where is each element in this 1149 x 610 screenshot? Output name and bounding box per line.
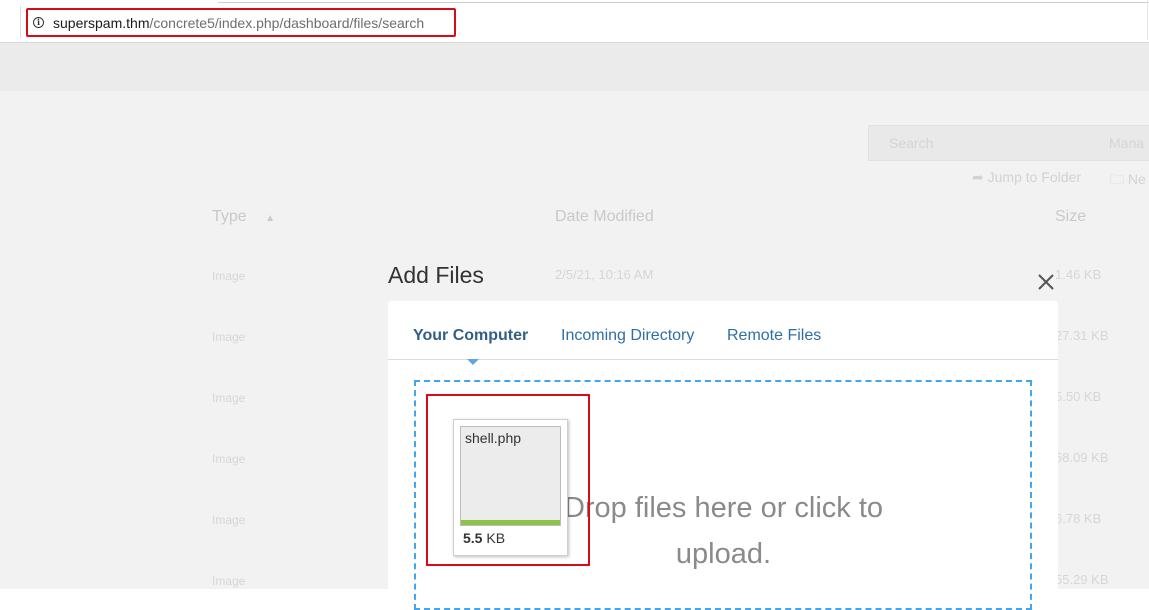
active-tab-indicator <box>467 359 479 365</box>
jump-to-folder-link: ➦ Jump to Folder <box>972 169 1081 186</box>
dialog-body: Your Computer Incoming Directory Remote … <box>388 301 1058 610</box>
row-type: Image <box>212 330 246 344</box>
toolbar-divider <box>1147 0 1148 40</box>
toolbar-divider <box>20 6 21 38</box>
file-size: 5.5 KB <box>463 530 505 546</box>
new-folder-link: 🗀 Ne <box>1110 169 1146 193</box>
row-type: Image <box>212 574 246 588</box>
row-type: Image <box>212 269 246 283</box>
row-size: 58.09 KB <box>1055 450 1109 465</box>
sort-up-icon: ▲ <box>265 213 276 224</box>
browser-toolbar: i superspam.thm/concrete5/index.php/dash… <box>0 0 1149 43</box>
file-thumbnail: shell.php <box>460 426 561 526</box>
folder-icon: 🗀 <box>1110 171 1124 187</box>
url-path: /concrete5/index.php/dashboard/files/sea… <box>149 15 425 31</box>
row-size: 5.50 KB <box>1055 389 1102 404</box>
row-type: Image <box>212 391 246 405</box>
row-size: 27.31 KB <box>1055 328 1109 343</box>
tab-remote-files[interactable]: Remote Files <box>727 327 821 345</box>
url-host: superspam.thm <box>53 15 150 31</box>
info-icon[interactable]: i <box>33 17 44 28</box>
row-size: 6.78 KB <box>1055 511 1102 526</box>
tab-incoming-directory[interactable]: Incoming Directory <box>561 327 694 345</box>
manage-link-partial: Mana <box>1109 135 1145 151</box>
row-size: 1.46 KB <box>1055 267 1102 282</box>
column-type-label: Type <box>212 208 247 225</box>
file-size-unit: KB <box>486 530 506 546</box>
row-type: Image <box>212 452 246 466</box>
column-header-type: Type ▲ <box>212 208 275 226</box>
file-name: shell.php <box>465 430 522 446</box>
new-folder-label: Ne <box>1127 171 1146 187</box>
column-header-size: Size <box>1055 208 1087 225</box>
url-text[interactable]: superspam.thm/concrete5/index.php/dashbo… <box>53 15 424 31</box>
column-header-date: Date Modified <box>555 208 654 225</box>
row-type: Image <box>212 513 246 527</box>
address-bar[interactable]: i superspam.thm/concrete5/index.php/dash… <box>26 8 456 37</box>
tab-your-computer[interactable]: Your Computer <box>413 327 528 345</box>
upload-progress-bar <box>461 520 560 525</box>
row-size: 55.29 KB <box>1055 572 1109 587</box>
jump-to-folder-label: Jump to Folder <box>987 169 1081 185</box>
search-placeholder: Search <box>889 135 934 151</box>
toolbar-divider <box>218 0 1149 3</box>
close-button[interactable] <box>1036 272 1056 292</box>
dialog-title: Add Files <box>388 262 484 288</box>
close-icon <box>1038 274 1054 290</box>
dashboard-header <box>0 43 1149 91</box>
uploaded-file-preview[interactable]: shell.php 5.5 KB <box>453 419 568 556</box>
file-dropzone[interactable]: Drop files here or click to upload. shel… <box>414 380 1032 610</box>
source-tabs: Your Computer Incoming Directory Remote … <box>388 301 1058 365</box>
add-files-dialog: Add Files Your Computer Incoming Directo… <box>388 258 1058 610</box>
file-size-value: 5.5 <box>463 530 483 546</box>
search-input: Search Mana <box>868 125 1149 161</box>
share-icon: ➦ <box>972 169 984 185</box>
